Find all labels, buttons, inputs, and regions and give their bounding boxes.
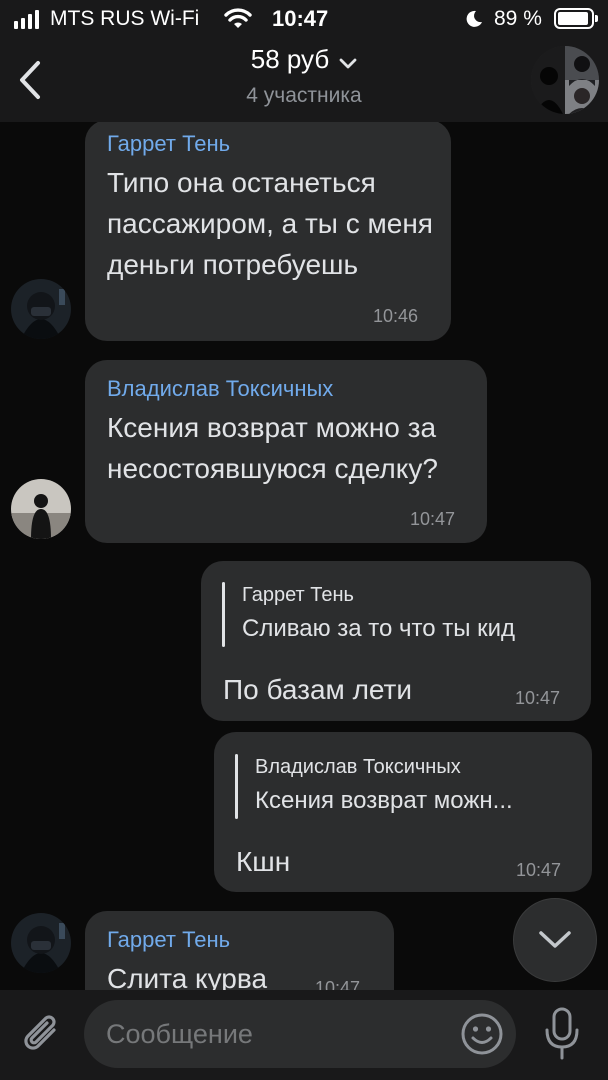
reply-author[interactable]: Владислав Токсичных bbox=[255, 756, 461, 779]
message-time: 10:47 bbox=[515, 688, 561, 708]
message-time: 10:47 bbox=[315, 978, 361, 990]
message-text: По базам лети bbox=[223, 674, 413, 705]
message-list[interactable]: Гаррет Тень Типо она останеться пассажир… bbox=[0, 122, 608, 990]
message-time: 10:47 bbox=[516, 860, 562, 880]
message-input-container[interactable] bbox=[84, 1000, 516, 1068]
scroll-to-bottom-button[interactable] bbox=[513, 898, 597, 982]
avatar-garret[interactable] bbox=[11, 913, 71, 973]
message-bubble[interactable]: Владислав Токсичных Ксения возврат можно… bbox=[85, 360, 487, 543]
clock: 10:47 bbox=[272, 6, 329, 31]
message-time: 10:46 bbox=[373, 306, 419, 326]
message-text: Слита курва bbox=[107, 963, 268, 990]
signal-icon bbox=[14, 9, 39, 29]
microphone-icon bbox=[545, 1007, 579, 1060]
chat-title[interactable]: 58 руб bbox=[0, 44, 608, 77]
do-not-disturb-icon bbox=[464, 9, 484, 34]
status-bar: MTS RUS Wi-Fi 10:47 89 % bbox=[0, 0, 608, 38]
reply-text[interactable]: Ксения возврат можн... bbox=[255, 787, 513, 815]
chat-header: 58 руб 4 участника bbox=[0, 38, 608, 122]
reply-quote-bar bbox=[222, 582, 225, 647]
battery-percent: 89 % bbox=[494, 7, 542, 30]
chevron-down-icon bbox=[339, 46, 357, 77]
message-bubble-outgoing[interactable]: Гаррет Тень Сливаю за то что ты кид По б… bbox=[201, 561, 591, 721]
message-bubble-outgoing[interactable]: Владислав Токсичных Ксения возврат можн.… bbox=[214, 732, 592, 892]
message-input[interactable] bbox=[106, 1012, 446, 1056]
avatar-vladislav[interactable] bbox=[11, 479, 71, 539]
message-text: Кшн bbox=[236, 846, 291, 877]
emoji-button[interactable] bbox=[460, 1012, 504, 1056]
composer-bar bbox=[0, 990, 608, 1080]
message-text: Ксения возврат можно за несостоявшуюся с… bbox=[107, 412, 438, 484]
message-author[interactable]: Гаррет Тень bbox=[107, 927, 230, 953]
reply-author[interactable]: Гаррет Тень bbox=[242, 584, 354, 607]
message-bubble[interactable]: Гаррет Тень Типо она останеться пассажир… bbox=[85, 122, 451, 341]
voice-record-button[interactable] bbox=[540, 1006, 584, 1062]
wifi-icon bbox=[224, 8, 252, 35]
chevron-down-icon bbox=[539, 931, 571, 948]
message-time: 10:47 bbox=[410, 509, 456, 529]
message-text: Типо она останеться пассажиром, а ты с м… bbox=[107, 167, 433, 280]
avatar-garret[interactable] bbox=[11, 279, 71, 339]
message-bubble[interactable]: Гаррет Тень Слита курва 10:47 bbox=[85, 911, 394, 990]
reply-text[interactable]: Сливаю за то что ты кид bbox=[242, 615, 515, 643]
chat-avatar[interactable] bbox=[531, 46, 599, 114]
attach-button[interactable] bbox=[20, 1010, 64, 1058]
reply-quote-bar bbox=[235, 754, 238, 819]
chat-title-text: 58 руб bbox=[250, 44, 330, 74]
message-author[interactable]: Гаррет Тень bbox=[107, 131, 230, 157]
paperclip-icon bbox=[24, 1015, 56, 1050]
smile-icon bbox=[461, 1013, 503, 1055]
battery-icon bbox=[554, 8, 598, 29]
carrier-label: MTS RUS Wi-Fi bbox=[50, 7, 200, 30]
message-author[interactable]: Владислав Токсичных bbox=[107, 376, 333, 402]
participants-count: 4 участника bbox=[246, 84, 362, 107]
